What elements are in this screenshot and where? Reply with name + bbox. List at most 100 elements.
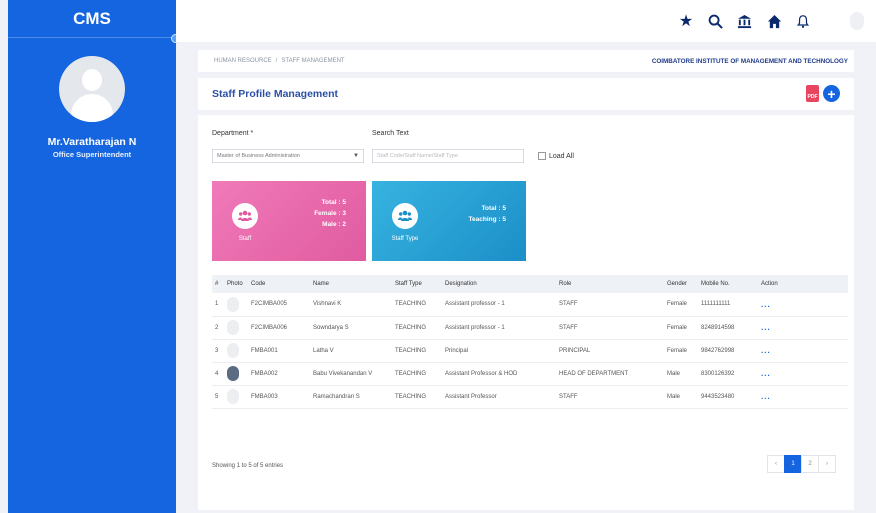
staff-type-summary-card: Staff Type Total : 5 Teaching : 5 [372,181,526,261]
pagination-page[interactable]: 1 [784,455,802,473]
load-all-label: Load All [549,152,574,160]
staff-type: TEACHING [392,316,442,340]
staff-gender: Male [664,385,698,409]
stat-total: Total : 5 [321,199,346,206]
stat-caption: Staff Type [391,236,419,242]
staff-type: TEACHING [392,385,442,409]
column-header[interactable]: Role [556,275,664,293]
staff-code: F2CIMBA005 [248,293,310,317]
staff-code: FMBA002 [248,362,310,386]
column-header[interactable]: Name [310,275,392,293]
star-icon[interactable]: ★ [676,11,696,31]
home-icon[interactable] [764,11,784,31]
staff-type: TEACHING [392,339,442,363]
row-index: 2 [212,316,224,340]
staff-gender: Female [664,316,698,340]
row-actions-button[interactable]: ... [758,316,848,340]
staff-name: Vishnavi K [310,293,392,317]
row-actions-button[interactable]: ... [758,339,848,363]
column-header[interactable]: Designation [442,275,556,293]
stat-female: Female : 3 [314,210,346,217]
column-header[interactable]: Staff Type [392,275,442,293]
staff-photo [224,316,248,340]
staff-gender: Male [664,362,698,386]
pdf-export-icon[interactable]: PDF [806,85,819,102]
table-row[interactable]: 5 FMBA003 Ramachandran S TEACHING Assist… [212,385,848,409]
breadcrumb-item[interactable]: STAFF MANAGEMENT [281,58,344,64]
staff-designation: Assistant Professor & HOD [442,362,556,386]
department-select[interactable]: Master of Business Administration ▼ [212,149,364,163]
staff-type: TEACHING [392,362,442,386]
staff-mobile: 1111111111 [698,293,758,317]
column-header[interactable]: Photo [224,275,248,293]
staff-photo [224,385,248,409]
page-title: Staff Profile Management [212,88,339,100]
staff-name: Ramachandran S [310,385,392,409]
search-input[interactable] [372,149,524,163]
staff-name: Babu Vivekanandan V [310,362,392,386]
staff-code: FMBA001 [248,339,310,363]
staff-mobile: 8300126392 [698,362,758,386]
staff-designation: Assistant professor - 1 [442,293,556,317]
app-logo[interactable]: CMS [8,0,176,38]
add-staff-button[interactable]: + [823,85,840,102]
staff-name: Sowndarya S [310,316,392,340]
column-header[interactable]: # [212,275,224,293]
search-icon[interactable] [705,11,725,31]
department-value: Master of Business Administration [217,153,300,159]
row-actions-button[interactable]: ... [758,293,848,317]
row-index: 1 [212,293,224,317]
staff-gender: Female [664,339,698,363]
column-header[interactable]: Code [248,275,310,293]
table-row[interactable]: 4 FMBA002 Babu Vivekanandan V TEACHING A… [212,362,848,386]
table-row[interactable]: 1 F2CIMBA005 Vishnavi K TEACHING Assista… [212,293,848,317]
search-label: Search Text [372,130,409,137]
staff-role: STAFF [556,293,664,317]
row-actions-button[interactable]: ... [758,362,848,386]
institute-name: COIMBATORE INSTITUTE OF MANAGEMENT AND T… [651,57,848,65]
staff-code: FMBA003 [248,385,310,409]
staff-mobile: 8248914598 [698,316,758,340]
users-icon [232,203,258,229]
pagination: ‹ 1 2 › [767,455,836,473]
stat-total: Total : 5 [481,205,506,212]
row-index: 3 [212,339,224,363]
staff-summary-card: Staff Total : 5 Female : 3 Male : 2 [212,181,366,261]
pagination-next[interactable]: › [818,455,836,473]
load-all-checkbox[interactable]: Load All [538,152,574,160]
staff-role: STAFF [556,385,664,409]
column-header[interactable]: Mobile No. [698,275,758,293]
breadcrumb: HUMAN RESOURCE / STAFF MANAGEMENT COIMBA… [198,50,854,72]
bell-icon[interactable] [793,11,813,31]
top-bar: ★ [176,0,876,42]
staff-role: STAFF [556,316,664,340]
table-row[interactable]: 3 FMBA001 Latha V TEACHING Principal PRI… [212,339,848,363]
staff-photo [224,293,248,317]
column-header[interactable]: Gender [664,275,698,293]
title-bar: Staff Profile Management PDF + [198,78,854,110]
staff-designation: Principal [442,339,556,363]
staff-photo [224,339,248,363]
profile-avatar[interactable] [850,12,864,30]
staff-name: Latha V [310,339,392,363]
entries-info: Showing 1 to 5 of 5 entries [212,463,284,469]
bank-icon[interactable] [734,11,754,31]
table-row[interactable]: 2 F2CIMBA006 Sowndarya S TEACHING Assist… [212,316,848,340]
column-header: Action [761,281,778,287]
staff-designation: Assistant Professor [442,385,556,409]
users-icon [392,203,418,229]
row-actions-button[interactable]: ... [758,385,848,409]
stat-caption: Staff [238,236,252,242]
staff-table: # Photo Code Name Staff Type Designation… [212,275,848,409]
checkbox-icon[interactable] [538,152,546,160]
sidebar: CMS Mr.Varatharajan N Office Superintend… [8,0,180,513]
stat-teaching: Teaching : 5 [468,216,506,223]
user-avatar [59,56,125,122]
pagination-prev[interactable]: ‹ [767,455,785,473]
staff-code: F2CIMBA006 [248,316,310,340]
pagination-page[interactable]: 2 [801,455,819,473]
staff-photo [224,362,248,386]
breadcrumb-item[interactable]: HUMAN RESOURCE [214,58,272,64]
staff-mobile: 9842762998 [698,339,758,363]
department-label: Department * [212,130,254,137]
